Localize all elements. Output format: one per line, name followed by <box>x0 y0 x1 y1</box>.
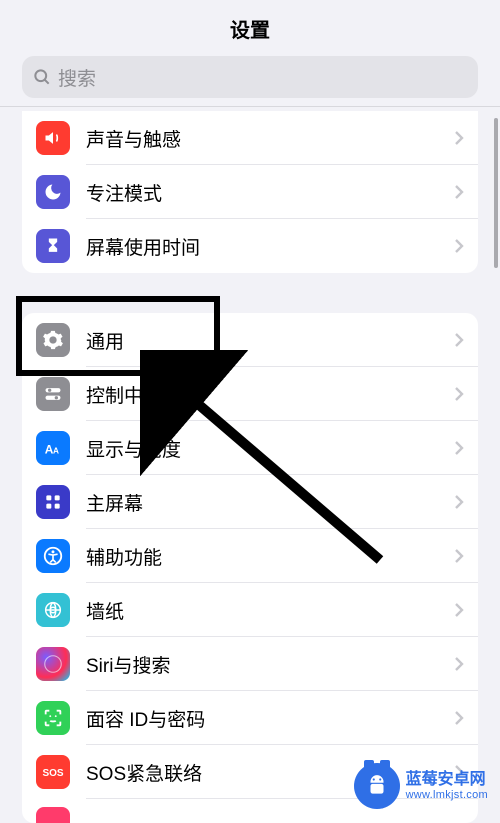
svg-text:SOS: SOS <box>42 768 63 779</box>
chevron-right-icon <box>454 130 478 146</box>
chevron-right-icon <box>454 184 478 200</box>
home-grid-icon <box>36 485 70 519</box>
search-placeholder: 搜索 <box>58 64 96 91</box>
row-label: 控制中心 <box>86 381 454 408</box>
chevron-right-icon <box>454 548 478 564</box>
search-icon <box>32 67 52 87</box>
watermark-url: www.lmkjst.com <box>406 789 488 801</box>
row-accessibility[interactable]: 辅助功能 <box>22 529 478 583</box>
wallpaper-icon <box>36 593 70 627</box>
accessibility-icon <box>36 539 70 573</box>
row-label: 主屏幕 <box>86 489 454 516</box>
chevron-right-icon <box>454 238 478 254</box>
row-home-screen[interactable]: 主屏幕 <box>22 475 478 529</box>
row-label: 声音与触感 <box>86 125 454 152</box>
chevron-right-icon <box>454 440 478 456</box>
row-label: 墙纸 <box>86 597 454 624</box>
chevron-right-icon <box>454 656 478 672</box>
scrollbar[interactable] <box>494 118 498 268</box>
row-label: 辅助功能 <box>86 543 454 570</box>
row-display[interactable]: AA 显示与亮度 <box>22 421 478 475</box>
text-size-icon: AA <box>36 431 70 465</box>
row-wallpaper[interactable]: 墙纸 <box>22 583 478 637</box>
gear-icon <box>36 323 70 357</box>
watermark-title: 蓝莓安卓网 <box>406 771 488 789</box>
row-control-center[interactable]: 控制中心 <box>22 367 478 421</box>
row-screentime[interactable]: 屏幕使用时间 <box>22 219 478 273</box>
hourglass-icon <box>36 229 70 263</box>
header: 设置 <box>0 0 500 56</box>
page-title: 设置 <box>230 14 270 43</box>
row-label: Siri与搜索 <box>86 651 454 678</box>
chevron-right-icon <box>454 602 478 618</box>
settings-group-1: 声音与触感 专注模式 屏幕使用时间 <box>22 111 478 273</box>
row-label: 通用 <box>86 327 454 354</box>
chevron-right-icon <box>454 332 478 348</box>
moon-icon <box>36 175 70 209</box>
row-label: 显示与亮度 <box>86 435 454 462</box>
search-input[interactable]: 搜索 <box>22 56 478 98</box>
row-focus[interactable]: 专注模式 <box>22 165 478 219</box>
divider <box>0 106 500 107</box>
chevron-right-icon <box>454 494 478 510</box>
settings-group-2: 通用 控制中心 AA 显示与亮度 主屏幕 辅助功能 <box>22 313 478 823</box>
row-faceid[interactable]: 面容 ID与密码 <box>22 691 478 745</box>
siri-icon <box>36 647 70 681</box>
row-label: 专注模式 <box>86 179 454 206</box>
sound-icon <box>36 121 70 155</box>
watermark: 蓝莓安卓网 www.lmkjst.com <box>354 763 488 809</box>
row-siri[interactable]: Siri与搜索 <box>22 637 478 691</box>
row-label: 屏幕使用时间 <box>86 233 454 260</box>
switches-icon <box>36 377 70 411</box>
chevron-right-icon <box>454 710 478 726</box>
sos-icon: SOS <box>36 755 70 789</box>
svg-text:A: A <box>53 447 59 456</box>
chevron-right-icon <box>454 386 478 402</box>
search-container: 搜索 <box>0 56 500 106</box>
row-general[interactable]: 通用 <box>22 313 478 367</box>
watermark-logo <box>354 763 400 809</box>
row-label: 面容 ID与密码 <box>86 705 454 732</box>
faceid-icon <box>36 701 70 735</box>
row-sounds[interactable]: 声音与触感 <box>22 111 478 165</box>
